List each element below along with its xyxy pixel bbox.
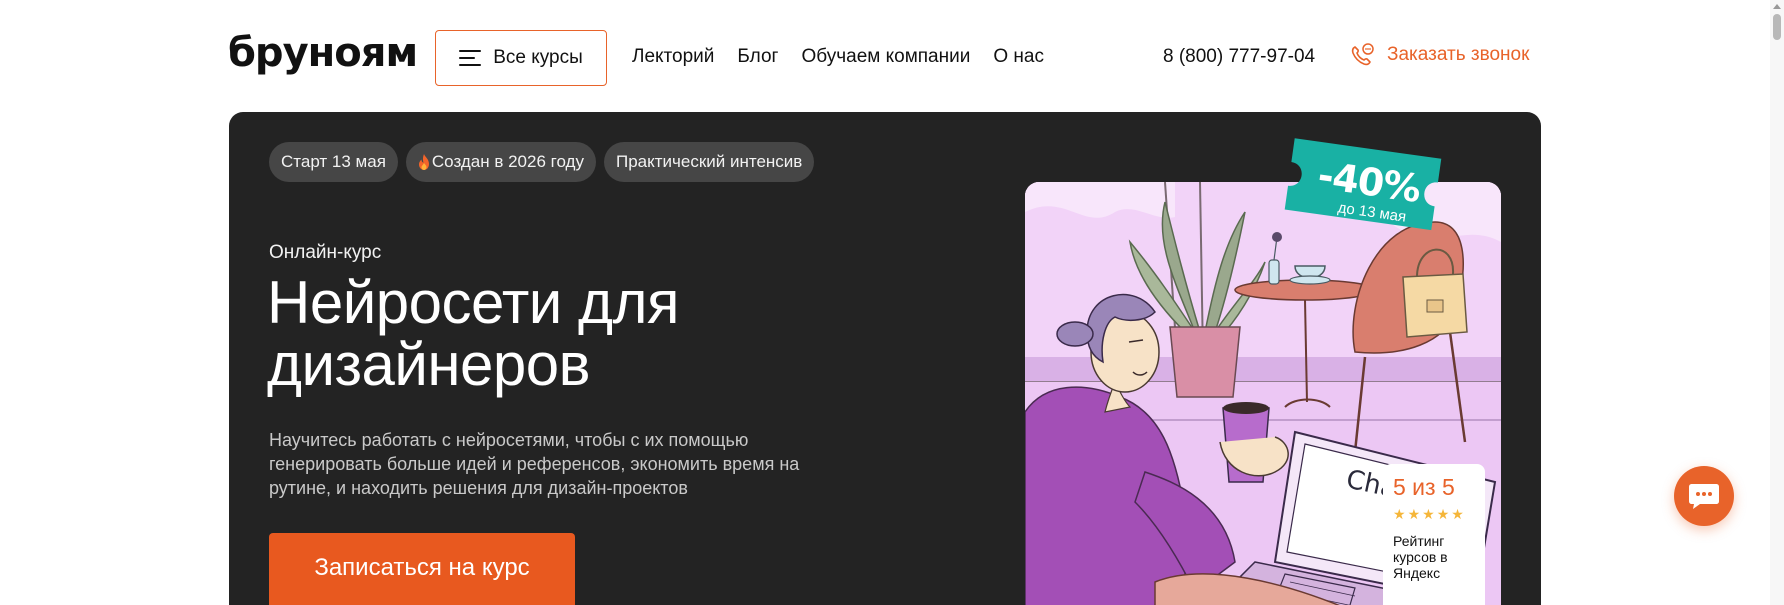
nav-item-blog[interactable]: Блог (737, 46, 778, 68)
tag-created: Создан в 2026 году (405, 142, 596, 182)
star-icon: ★ (1422, 506, 1435, 522)
course-tags: Старт 13 мая Создан в 2026 году Практиче… (269, 142, 815, 182)
tag-start-date-label: Старт 13 мая (281, 152, 386, 171)
phone-callback-icon (1351, 43, 1374, 66)
tag-created-label: Создан в 2026 году (431, 152, 584, 171)
hero-section: Старт 13 мая Создан в 2026 году Практиче… (229, 112, 1541, 605)
nav-item-lectures[interactable]: Лекторий (632, 46, 714, 68)
rating-source: Рейтинг курсов в Яндекс (1393, 533, 1448, 581)
tag-format-label: Практический интенсив (615, 152, 803, 171)
star-icon: ★ (1407, 506, 1421, 522)
course-title: Нейросети для дизайнеров (267, 269, 680, 398)
nav-item-about[interactable]: О нас (993, 46, 1044, 68)
tag-format: Практический интенсив (603, 142, 815, 182)
rating-card[interactable]: 5 из 5 ★ ★ ★ ★ ★ Рейтинг курсов в Яндекс (1383, 464, 1485, 605)
flame-icon (418, 154, 429, 170)
chat-bubble-icon (1689, 484, 1719, 509)
site-header: бруноям Все курсы Лекторий Блог Обучаем … (0, 0, 1784, 112)
callback-label: Заказать звонок (1387, 44, 1530, 65)
rating-stars: ★ ★ ★ ★ ★ (1393, 507, 1475, 521)
enroll-button[interactable]: Записаться на курс (269, 533, 575, 605)
burger-icon (459, 50, 482, 66)
all-courses-button[interactable]: Все курсы (435, 30, 607, 86)
star-icon: ★ (1451, 506, 1464, 522)
site-logo[interactable]: бруноям (228, 30, 418, 76)
course-type: Онлайн-курс (269, 242, 382, 263)
callback-button[interactable]: Заказать звонок (1349, 42, 1529, 68)
scroll-up-arrow-icon[interactable] (1773, 4, 1781, 9)
tag-start-date: Старт 13 мая (269, 142, 398, 182)
scroll-thumb[interactable] (1773, 14, 1781, 40)
star-icon: ★ (1436, 506, 1450, 522)
course-description: Научитесь работать с нейросетями, чтобы … (269, 430, 800, 498)
page-scrollbar[interactable] (1770, 0, 1784, 605)
main-nav: Лекторий Блог Обучаем компании О нас (632, 46, 1044, 68)
all-courses-label: Все курсы (493, 47, 583, 68)
rating-score: 5 из 5 (1393, 474, 1455, 500)
nav-item-corporate[interactable]: Обучаем компании (801, 46, 970, 68)
phone-number[interactable]: 8 (800) 777-97-04 (1163, 46, 1315, 68)
chat-button[interactable] (1674, 466, 1734, 526)
star-icon: ★ (1393, 506, 1406, 522)
